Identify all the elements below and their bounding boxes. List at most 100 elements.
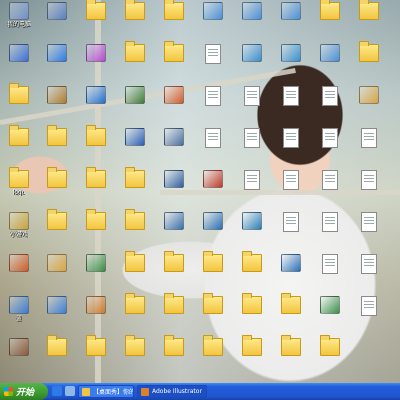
desktop-icon[interactable] <box>311 170 349 191</box>
taskbar-button-illustrator[interactable]: Adobe Illustrator <box>137 385 207 398</box>
desktop-icon[interactable] <box>194 212 232 231</box>
desktop-icon[interactable] <box>116 293 154 315</box>
application-icon <box>164 170 184 188</box>
desktop-icon[interactable]: logo <box>0 167 38 196</box>
desktop-icon[interactable] <box>116 335 154 357</box>
desktop-icon[interactable] <box>272 335 310 357</box>
desktop-icon[interactable] <box>77 125 115 147</box>
desktop-icon[interactable]: 我的电脑 <box>0 2 38 28</box>
desktop-icon[interactable] <box>272 254 310 273</box>
document-icon <box>244 86 260 106</box>
desktop-icon[interactable] <box>350 128 388 149</box>
desktop-icon[interactable] <box>272 212 310 233</box>
desktop-icon[interactable] <box>272 2 310 21</box>
desktop-icon[interactable] <box>311 128 349 149</box>
desktop-icon[interactable] <box>311 335 349 357</box>
desktop-icon[interactable] <box>77 0 115 21</box>
desktop-icon[interactable] <box>233 44 271 63</box>
desktop-icon[interactable] <box>272 293 310 315</box>
desktop-icon[interactable] <box>155 41 193 63</box>
desktop-icon[interactable] <box>77 44 115 63</box>
desktop-icon[interactable] <box>155 293 193 315</box>
document-icon <box>244 128 260 148</box>
document-icon <box>322 254 338 274</box>
desktop-icon[interactable] <box>116 41 154 63</box>
desktop-icon[interactable] <box>350 86 388 105</box>
desktop-icon[interactable] <box>0 44 38 63</box>
desktop-icon[interactable] <box>155 170 193 189</box>
desktop-icon[interactable] <box>77 209 115 231</box>
desktop-icon[interactable] <box>116 128 154 147</box>
desktop-icon[interactable] <box>38 209 76 231</box>
start-button[interactable]: 开始 <box>0 383 48 400</box>
desktop-icon[interactable] <box>194 335 232 357</box>
desktop-icon[interactable] <box>233 170 271 191</box>
desktop-icon[interactable] <box>272 86 310 107</box>
desktop-icon[interactable] <box>155 128 193 147</box>
desktop-icon[interactable] <box>350 41 388 63</box>
desktop-icon[interactable] <box>116 251 154 273</box>
desktop-icon[interactable] <box>155 86 193 105</box>
desktop-icon[interactable] <box>233 251 271 273</box>
desktop-icon[interactable] <box>0 338 38 357</box>
desktop-icon[interactable] <box>116 209 154 231</box>
desktop-icon[interactable] <box>38 86 76 105</box>
desktop-icon[interactable]: 蓝 <box>0 296 38 322</box>
desktop-icon[interactable] <box>77 254 115 273</box>
desktop-icon[interactable] <box>155 0 193 21</box>
desktop-icon[interactable] <box>272 128 310 149</box>
desktop-icon[interactable] <box>350 254 388 275</box>
desktop-icon[interactable] <box>155 335 193 357</box>
desktop-icon[interactable] <box>194 251 232 273</box>
desktop-icon[interactable] <box>38 167 76 189</box>
desktop-icon[interactable] <box>233 2 271 21</box>
desktop-icon[interactable] <box>233 212 271 231</box>
desktop-icon[interactable] <box>38 125 76 147</box>
folder-icon <box>125 167 145 188</box>
desktop-icon[interactable] <box>311 86 349 107</box>
desktop-icon[interactable] <box>77 335 115 357</box>
desktop-icon[interactable] <box>194 86 232 107</box>
desktop-icon[interactable] <box>350 170 388 191</box>
desktop-icon[interactable] <box>38 296 76 315</box>
desktop-icon[interactable] <box>155 212 193 231</box>
application-icon <box>320 44 340 62</box>
desktop-icon[interactable] <box>233 293 271 315</box>
desktop-icon[interactable] <box>116 167 154 189</box>
desktop-icon[interactable] <box>311 212 349 233</box>
desktop-icon[interactable] <box>272 170 310 191</box>
desktop-icon[interactable] <box>194 128 232 149</box>
desktop-icon[interactable] <box>311 44 349 63</box>
desktop-icon[interactable] <box>38 254 76 273</box>
desktop-icon[interactable]: 小游戏 <box>0 212 38 238</box>
desktop-icon[interactable] <box>350 0 388 21</box>
taskbar-button-browser[interactable]: 【桌面秀】你的桌 <box>78 385 134 398</box>
show-desktop-icon[interactable] <box>65 386 75 396</box>
desktop-icon[interactable] <box>350 212 388 233</box>
desktop-icon[interactable] <box>233 128 271 149</box>
desktop-icon[interactable] <box>77 86 115 105</box>
desktop-icon[interactable] <box>77 167 115 189</box>
desktop-icon[interactable] <box>311 254 349 275</box>
desktop-icon[interactable] <box>0 254 38 273</box>
desktop-icon[interactable] <box>116 86 154 105</box>
desktop-icon[interactable] <box>311 0 349 21</box>
desktop-icon[interactable] <box>194 293 232 315</box>
desktop-icon[interactable] <box>311 296 349 315</box>
desktop-icon[interactable] <box>272 44 310 63</box>
desktop-icon[interactable] <box>38 335 76 357</box>
desktop-icon[interactable] <box>233 335 271 357</box>
desktop-icon[interactable] <box>77 296 115 315</box>
desktop-icon[interactable] <box>38 44 76 63</box>
browser-icon[interactable] <box>52 386 62 396</box>
desktop-icon[interactable] <box>116 0 154 21</box>
desktop-icon[interactable] <box>350 296 388 317</box>
desktop-icon[interactable] <box>38 2 76 21</box>
desktop-icon[interactable] <box>194 2 232 21</box>
desktop-icon[interactable] <box>233 86 271 107</box>
desktop-icon[interactable] <box>0 125 38 147</box>
desktop-icon[interactable] <box>155 251 193 273</box>
desktop-icon[interactable] <box>194 170 232 189</box>
desktop-icon[interactable] <box>0 83 38 105</box>
desktop-icon[interactable] <box>194 44 232 65</box>
